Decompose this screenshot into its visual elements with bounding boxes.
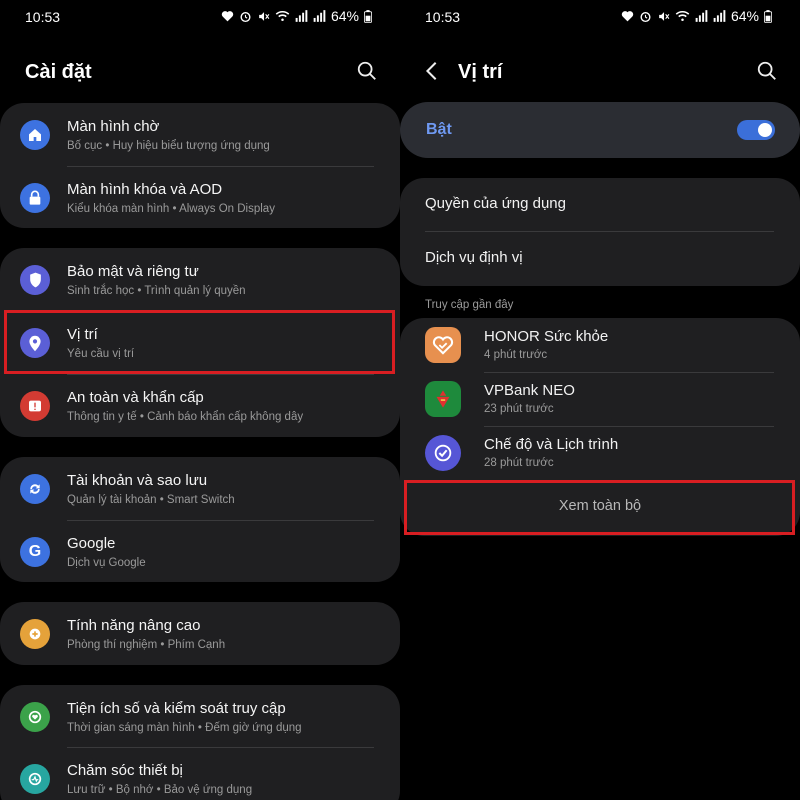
signal-icon-2 [313,10,326,22]
status-bar-right: 10:53 64% [400,0,800,32]
settings-item-lock-screen[interactable]: Màn hình khóa và AOD Kiểu khóa màn hình … [0,166,400,228]
settings-item-advanced-features[interactable]: Tính năng nâng cao Phòng thí nghiệm • Ph… [0,602,400,665]
location-switch[interactable] [737,120,775,140]
modes-routines-icon [425,435,461,471]
location-screen: 10:53 64% Vị trí Bật Quyền của ứng dụng … [400,0,800,800]
settings-group-4: Tính năng nâng cao Phòng thí nghiệm • Ph… [0,602,400,665]
shield-icon [20,265,50,295]
battery-level: 64% [730,8,759,24]
alarm-icon [239,10,252,23]
alert-icon [20,391,50,421]
highlight-location [4,310,395,374]
battery-icon [364,9,372,23]
wifi-icon [275,10,290,22]
search-icon[interactable] [756,60,778,82]
app-item-vpbank-neo[interactable]: VPBank NEO 23 phút trước [400,372,800,426]
alarm-icon [639,10,652,23]
device-care-icon [20,764,50,794]
app-bar-right: Vị trí [400,52,800,92]
settings-item-safety-emergency[interactable]: An toàn và khẩn cấp Thông tin y tế • Cản… [0,374,400,437]
settings-group-1: Màn hình chờ Bố cục • Huy hiệu biểu tượn… [0,103,400,228]
heart-icon [221,10,234,22]
menu-item-app-permissions[interactable]: Quyền của ứng dụng [400,178,800,230]
status-time-right: 10:53 [425,9,461,25]
location-toggle-row[interactable]: Bật [400,102,800,158]
section-label-recent-access: Truy cập gần đây [425,299,514,311]
settings-screen: 10:53 64% Cài đặt Màn hình chờ Bố cục • … [0,0,400,800]
lock-icon [20,183,50,213]
sync-icon [20,474,50,504]
app-item-honor-health[interactable]: HONOR Sức khỏe 4 phút trước [400,318,800,372]
signal-icon [295,10,308,22]
page-title: Cài đặt [25,61,92,83]
plus-gear-icon [20,619,50,649]
google-icon: G [20,537,50,567]
wellbeing-icon [20,702,50,732]
vpbank-icon [425,381,461,417]
app-bar: Cài đặt [0,52,400,92]
settings-item-device-care[interactable]: Chăm sóc thiết bị Lưu trữ • Bộ nhớ • Bảo… [0,747,400,800]
back-arrow-icon[interactable] [422,60,442,82]
status-time: 10:53 [25,9,61,25]
home-icon [20,120,50,150]
mute-icon [657,10,670,23]
settings-group-5: Tiện ích số và kiểm soát truy cập Thời g… [0,685,400,800]
location-menu-card: Quyền của ứng dụng Dịch vụ định vị [400,178,800,286]
signal-icon [695,10,708,22]
mute-icon [257,10,270,23]
page-title: Vị trí [458,61,503,83]
heart-icon [621,10,634,22]
honor-health-icon [425,327,461,363]
settings-item-accounts-backup[interactable]: Tài khoản và sao lưu Quản lý tài khoản •… [0,457,400,520]
settings-item-digital-wellbeing[interactable]: Tiện ích số và kiểm soát truy cập Thời g… [0,685,400,748]
app-item-modes-routines[interactable]: Chế độ và Lịch trình 28 phút trước [400,426,800,480]
battery-icon [764,9,772,23]
toggle-label: Bật [426,121,452,138]
search-icon[interactable] [356,60,378,82]
battery-level: 64% [330,8,359,24]
status-bar: 10:53 64% [0,0,400,32]
settings-group-3: Tài khoản và sao lưu Quản lý tài khoản •… [0,457,400,582]
settings-item-home-screen[interactable]: Màn hình chờ Bố cục • Huy hiệu biểu tượn… [0,103,400,166]
settings-item-google[interactable]: G Google Dịch vụ Google [0,520,400,582]
settings-item-security[interactable]: Bảo mật và riêng tư Sinh trắc học • Trìn… [0,248,400,311]
highlight-see-all [404,480,795,535]
signal-icon-2 [713,10,726,22]
menu-item-location-services[interactable]: Dịch vụ định vị [400,232,800,284]
wifi-icon [675,10,690,22]
